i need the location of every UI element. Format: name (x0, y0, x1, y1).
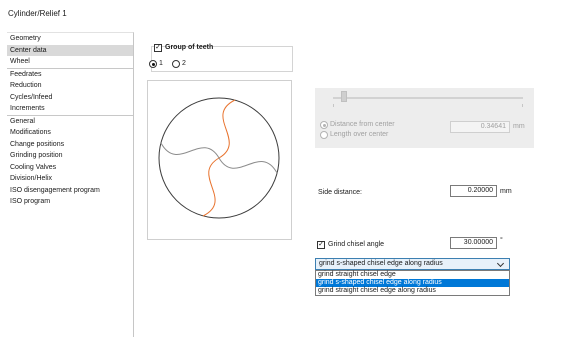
slider-tick (522, 104, 523, 107)
cross-section-preview (147, 80, 292, 240)
group-radio-2[interactable] (172, 60, 180, 68)
grind-chisel-angle-checkbox[interactable]: ✓ (317, 241, 325, 249)
window-title: Cylinder/Relief 1 (8, 9, 67, 18)
sidebar-nav: Geometry Center data Wheel Feedrates Red… (7, 32, 134, 337)
chisel-edge-options-list: grind straight chisel edge grind s-shape… (315, 270, 510, 296)
sidebar-item-reduction[interactable]: Reduction (7, 80, 133, 92)
chisel-edge-select[interactable]: grind s-shaped chisel edge along radius (315, 258, 510, 270)
radio-selected-dot (151, 62, 155, 66)
length-over-center-label: Length over center (330, 131, 389, 138)
center-distance-field[interactable]: 0.34641 (450, 121, 510, 133)
distance-from-center-label: Distance from center (330, 121, 395, 128)
length-over-center-radio[interactable] (320, 131, 328, 139)
flute-curve (160, 142, 220, 159)
chisel-angle-unit: ° (500, 237, 503, 244)
center-slider-thumb[interactable] (341, 91, 347, 102)
side-distance-field[interactable]: 0.20000 (450, 185, 497, 197)
center-slider-track (333, 97, 523, 99)
flute-curve (218, 157, 278, 174)
sidebar-item-increments[interactable]: Increments (7, 103, 133, 116)
group-radio-2-label: 2 (182, 60, 186, 67)
sidebar-item-division-helix[interactable]: Division/Helix (7, 173, 133, 185)
side-distance-label: Side distance: (318, 189, 362, 196)
side-distance-unit: mm (500, 188, 512, 195)
grind-chisel-angle-label: Grind chisel angle (328, 241, 385, 248)
sidebar-item-wheel[interactable]: Wheel (7, 56, 133, 69)
sidebar-item-iso-program[interactable]: ISO program (7, 196, 133, 208)
distance-from-center-radio[interactable] (320, 121, 328, 129)
sidebar-item-general[interactable]: General (7, 116, 133, 128)
slider-tick (333, 104, 334, 107)
chisel-option-straight-radius[interactable]: grind straight chisel edge along radius (316, 287, 509, 295)
main-panel: ✓ Group of teeth 1 2 Distance from cente… (134, 32, 585, 336)
sidebar-item-change-positions[interactable]: Change positions (7, 139, 133, 151)
group-of-teeth-label: Group of teeth (165, 44, 214, 51)
group-radio-1[interactable] (149, 60, 157, 68)
chisel-edge-select-value: grind s-shaped chisel edge along radius (319, 260, 443, 267)
sidebar-item-cooling-valves[interactable]: Cooling Valves (7, 162, 133, 174)
chisel-option-straight[interactable]: grind straight chisel edge (316, 271, 509, 279)
center-distance-unit: mm (513, 123, 525, 130)
sidebar-item-feedrates[interactable]: Feedrates (7, 69, 133, 81)
chevron-down-icon (496, 259, 505, 268)
chisel-angle-field[interactable]: 30.00000 (450, 237, 497, 249)
flute-curve-highlight (202, 157, 220, 217)
cross-section-diagram (158, 97, 280, 219)
group-of-teeth-checkbox[interactable]: ✓ (154, 44, 162, 52)
radio-selected-dot (322, 123, 326, 127)
flute-curve-highlight (218, 99, 236, 159)
sidebar-item-cycles-infeed[interactable]: Cycles/Infeed (7, 92, 133, 104)
sidebar-item-center-data[interactable]: Center data (7, 44, 133, 56)
sidebar-item-modifications[interactable]: Modifications (7, 127, 133, 139)
chisel-option-s-shaped-radius[interactable]: grind s-shaped chisel edge along radius (316, 279, 509, 287)
group-radio-1-label: 1 (159, 60, 163, 67)
sidebar-item-geometry[interactable]: Geometry (7, 33, 133, 45)
sidebar-item-grinding-position[interactable]: Grinding position (7, 150, 133, 162)
center-distance-panel: Distance from center Length over center … (315, 88, 534, 148)
sidebar-item-iso-disengagement-program[interactable]: ISO disengagement program (7, 185, 133, 197)
